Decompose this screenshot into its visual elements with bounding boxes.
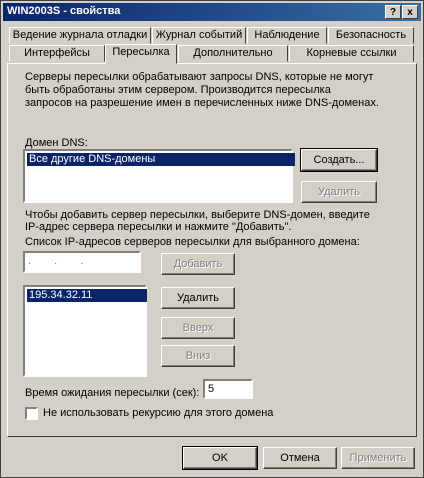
ok-button[interactable]: OK [182, 446, 258, 470]
cancel-button[interactable]: Отмена [263, 447, 337, 469]
tab-interfaces[interactable]: Интерфейсы [9, 45, 105, 62]
tab-forwarders[interactable]: Пересылка [105, 44, 177, 64]
intro-line-3: запросов на разрешение имен в перечислен… [25, 97, 379, 109]
ip-address-list[interactable]: 195.34.32.11 [23, 285, 147, 377]
instructions-line-1: Чтобы добавить сервер пересылки, выберит… [25, 209, 370, 221]
timeout-label: Время ожидания пересылки (сек): [25, 387, 200, 399]
list-item[interactable]: Все другие DNS-домены [27, 153, 295, 166]
no-recursion-label: Не использовать рекурсию для этого домен… [43, 407, 274, 419]
dns-domain-label: Домен DNS: [25, 137, 88, 149]
dns-domain-list[interactable]: Все другие DNS-домены [23, 149, 295, 203]
intro-line-1: Серверы пересылки обрабатывают запросы D… [25, 71, 374, 83]
move-down-button[interactable]: Вниз [161, 345, 235, 367]
create-button[interactable]: Создать... [300, 148, 378, 172]
instructions-line-2: IP-адрес сервера пересылки и нажмите "До… [25, 221, 292, 233]
ip-list-label: Список IP-адресов серверов пересылки для… [25, 236, 360, 248]
move-up-button[interactable]: Вверх [161, 317, 235, 339]
apply-button[interactable]: Применить [341, 447, 415, 469]
tab-monitoring[interactable]: Наблюдение [247, 27, 327, 44]
list-item[interactable]: 195.34.32.11 [27, 289, 147, 302]
window-title: WIN2003S - свойства [7, 5, 121, 17]
properties-dialog: WIN2003S - свойства ? x Ведение журнала … [0, 0, 424, 478]
tab-event-log[interactable]: Журнал событий [152, 27, 246, 44]
tab-security[interactable]: Безопасность [328, 27, 414, 44]
remove-domain-button[interactable]: Удалить [301, 181, 377, 203]
ip-address-input[interactable]: . . . [23, 251, 141, 273]
timeout-input[interactable]: 5 [203, 379, 253, 399]
no-recursion-checkbox[interactable] [25, 407, 38, 420]
tab-debug-logging[interactable]: Ведение журнала отладки [9, 27, 151, 44]
close-button[interactable]: x [402, 5, 418, 19]
help-button[interactable]: ? [385, 5, 401, 19]
tab-advanced[interactable]: Дополнительно [178, 45, 288, 62]
remove-ip-button[interactable]: Удалить [161, 287, 235, 309]
add-button[interactable]: Добавить [161, 253, 235, 275]
title-bar: WIN2003S - свойства ? x [3, 3, 421, 21]
intro-line-2: быть обработаны этим сервером. Производи… [25, 84, 331, 96]
tab-root-hints[interactable]: Корневые ссылки [289, 45, 414, 62]
